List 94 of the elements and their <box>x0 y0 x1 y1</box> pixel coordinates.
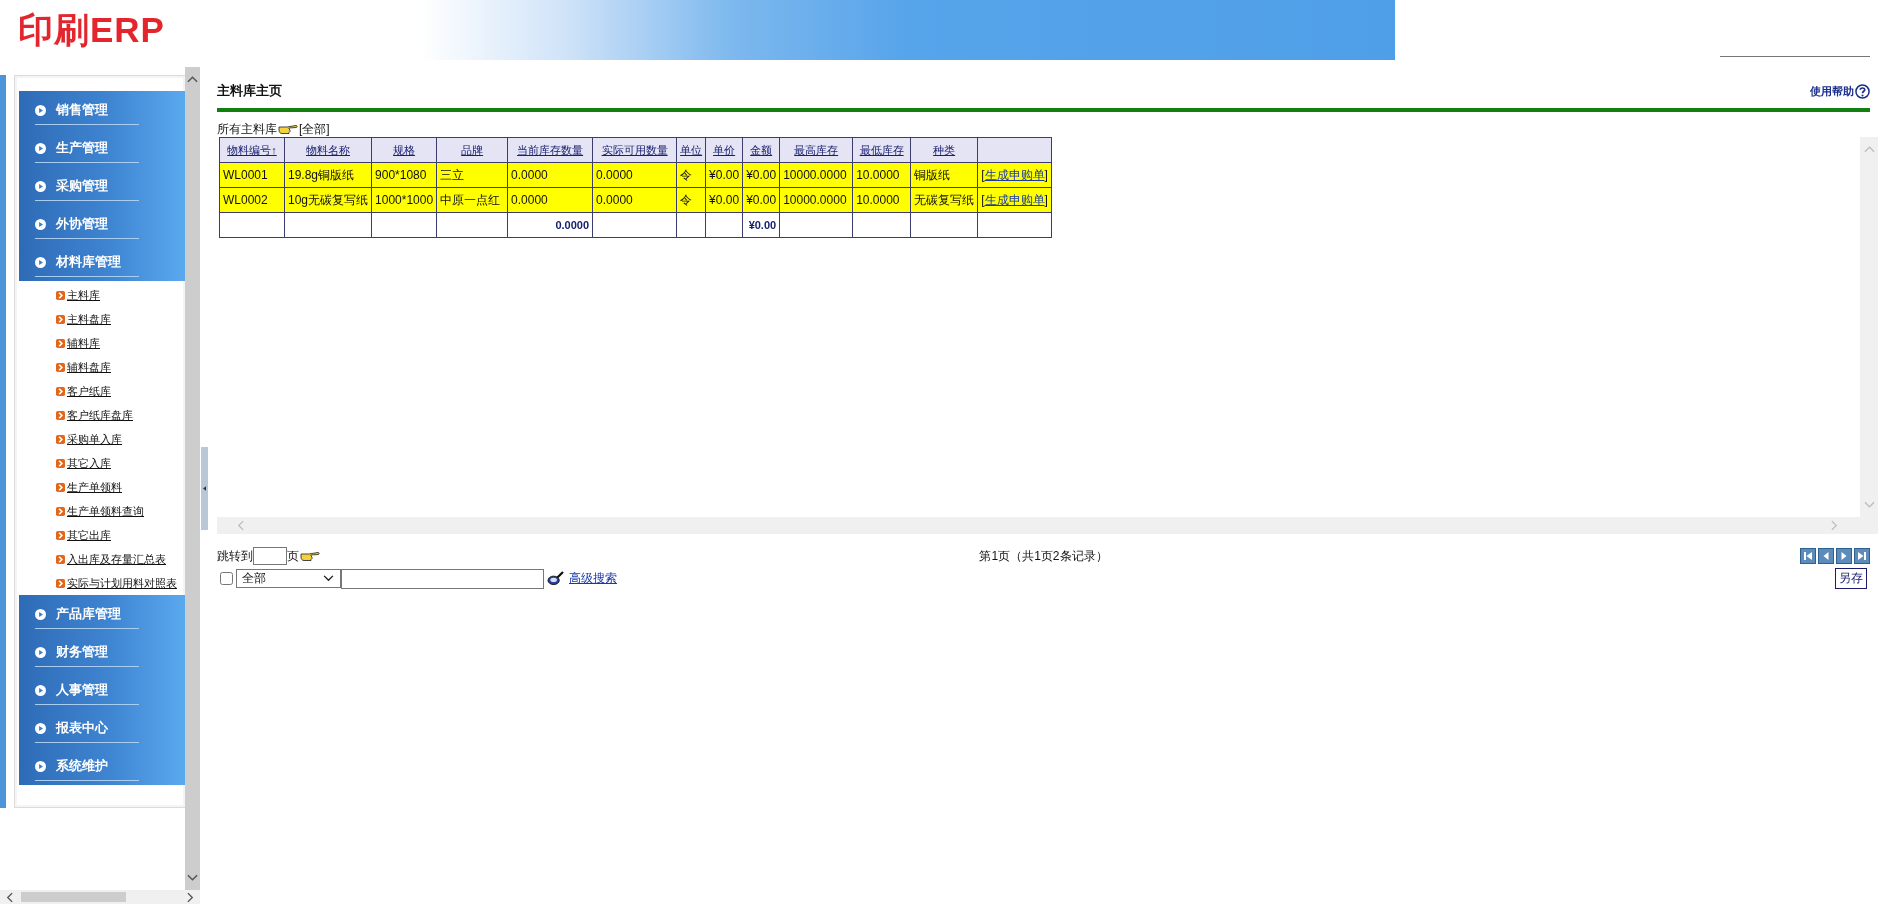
chevron-icon <box>56 458 65 468</box>
pointing-hand-icon[interactable] <box>300 550 320 562</box>
table-cell: 10g无碳复写纸 <box>284 187 372 213</box>
chevron-icon <box>56 554 65 564</box>
bracket: ] <box>1044 192 1048 207</box>
previous-page-icon[interactable] <box>1818 548 1834 564</box>
first-page-icon[interactable] <box>1800 548 1816 564</box>
play-circle-icon <box>35 608 46 620</box>
table-cell: 19.8g铜版纸 <box>284 162 372 188</box>
jump-label: 跳转到 <box>217 547 253 565</box>
vertical-scrollbar[interactable] <box>185 67 200 890</box>
chevron-icon <box>56 482 65 492</box>
bracket: ] <box>1044 167 1048 182</box>
chevron-icon <box>56 314 65 324</box>
create-requisition-link[interactable]: 生成申购单 <box>984 167 1045 182</box>
chevron-icon <box>56 338 65 348</box>
advanced-search-link[interactable]: 高级搜索 <box>569 570 617 587</box>
page-info: 第1页（共1页2条记录） <box>979 547 1108 565</box>
caret-icon <box>323 575 334 582</box>
menu-section[interactable]: 生产管理 <box>19 129 185 167</box>
column-header[interactable]: 品牌 <box>461 143 484 156</box>
chevron-icon <box>56 410 65 420</box>
field-select[interactable]: 全部 <box>236 569 341 588</box>
scroll-up-icon[interactable] <box>187 75 198 83</box>
play-circle-icon <box>35 722 46 734</box>
chevron-icon <box>56 530 65 540</box>
chevron-icon <box>56 362 65 372</box>
total-cell: 0.0000 <box>507 212 593 238</box>
chevron-icon <box>56 386 65 396</box>
create-requisition-link[interactable]: 生成申购单 <box>984 192 1045 207</box>
play-circle-icon <box>35 760 46 772</box>
play-circle-icon <box>35 256 46 268</box>
menu-link[interactable]: 入出库及存量汇总表 <box>67 551 166 567</box>
chevron-icon <box>56 290 65 300</box>
splitter-handle[interactable] <box>201 447 208 530</box>
filter-value[interactable]: [全部] <box>299 120 330 138</box>
chevron-icon <box>56 434 65 444</box>
next-page-icon[interactable] <box>1836 548 1852 564</box>
scroll-down-icon[interactable] <box>187 874 198 882</box>
help-link[interactable]: 使用帮助 <box>1810 83 1870 99</box>
table-cell: WL0001 <box>219 162 285 188</box>
menu-section[interactable]: 外协管理 <box>19 205 185 243</box>
menu-link[interactable]: 生产单领料 <box>67 479 122 495</box>
filter-label: 所有主料库 <box>217 120 277 138</box>
menu-link[interactable]: 辅料盘库 <box>67 359 111 375</box>
pointing-hand-icon[interactable] <box>278 123 298 135</box>
last-page-icon[interactable] <box>1854 548 1870 564</box>
chevron-icon <box>56 578 65 588</box>
checkbox[interactable] <box>220 572 233 585</box>
menu-section[interactable]: 系统维护 <box>19 747 185 785</box>
menu-section[interactable]: 采购管理 <box>19 167 185 205</box>
menu-link[interactable]: 采购单入库 <box>67 431 122 447</box>
page-unit-label: 页 <box>287 547 299 565</box>
magnifier-icon[interactable] <box>547 571 564 586</box>
menu-link[interactable]: 主料库 <box>67 287 100 303</box>
menu-section[interactable]: 财务管理 <box>19 633 185 671</box>
menu-link[interactable]: 客户纸库盘库 <box>67 407 133 423</box>
scroll-left-icon[interactable] <box>6 891 13 903</box>
chevron-icon <box>56 506 65 516</box>
search-field[interactable] <box>341 568 544 589</box>
scroll-right-icon[interactable] <box>187 891 194 903</box>
bracket: [ <box>981 167 985 182</box>
play-circle-icon <box>35 142 46 154</box>
table-cell: 0.0000 <box>592 162 677 188</box>
menu-section[interactable]: 材料库管理 <box>19 243 185 281</box>
menu-link[interactable]: 主料盘库 <box>67 311 111 327</box>
help-icon <box>1855 83 1870 99</box>
menu-link[interactable]: 辅料库 <box>67 335 100 351</box>
play-circle-icon <box>35 104 46 116</box>
menu-link[interactable]: 实际与计划用料对照表 <box>67 575 177 591</box>
menu-section[interactable]: 产品库管理 <box>19 595 185 633</box>
table-cell: 0.0000 <box>592 187 677 213</box>
menu-link[interactable]: 其它出库 <box>67 527 111 543</box>
logo: 印刷ERP <box>18 8 165 51</box>
menu-section[interactable]: 销售管理 <box>19 91 185 129</box>
bracket: [ <box>981 192 985 207</box>
table-cell: 0.0000 <box>507 187 593 213</box>
menu-section[interactable]: 报表中心 <box>19 709 185 747</box>
column-header[interactable]: 规格 <box>393 143 416 156</box>
play-circle-icon <box>35 646 46 658</box>
save-as-button[interactable]: 另存 <box>1835 568 1867 589</box>
page-title: 主料库主页 <box>217 82 282 100</box>
page-number-field[interactable] <box>253 547 287 565</box>
horizontal-scrollbar[interactable] <box>0 890 200 904</box>
play-circle-icon <box>35 180 46 192</box>
menu-link[interactable]: 生产单领料查询 <box>67 503 144 519</box>
table-cell: 0.0000 <box>507 162 593 188</box>
play-circle-icon <box>35 218 46 230</box>
menu-link[interactable]: 客户纸库 <box>67 383 111 399</box>
menu-section[interactable]: 人事管理 <box>19 671 185 709</box>
column-header[interactable]: 种类 <box>933 143 956 156</box>
play-circle-icon <box>35 684 46 696</box>
menu-link[interactable]: 其它入库 <box>67 455 111 471</box>
table-cell: WL0002 <box>219 187 285 213</box>
